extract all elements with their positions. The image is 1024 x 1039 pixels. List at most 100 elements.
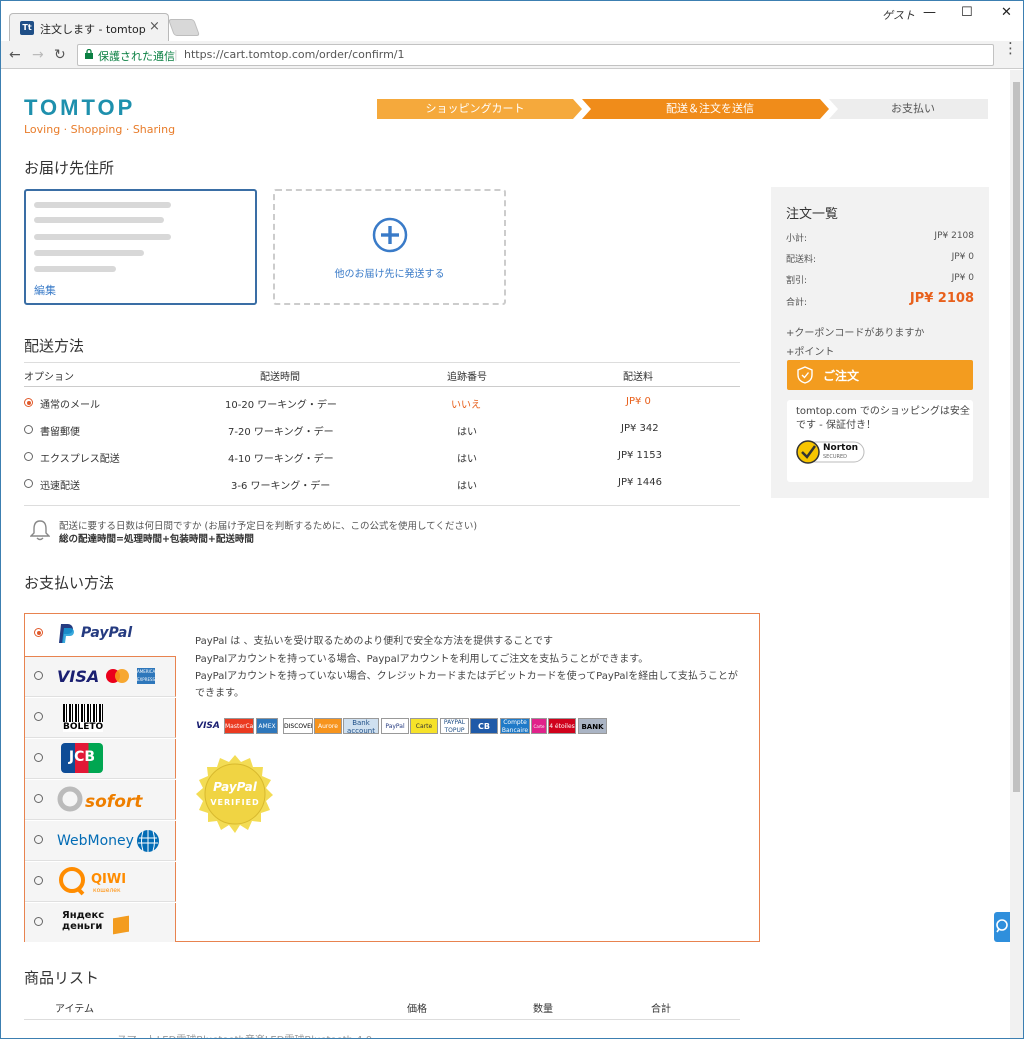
address-line-blurred bbox=[34, 234, 171, 240]
scrollbar-thumb[interactable] bbox=[1013, 82, 1020, 792]
safe-shopping-text: tomtop.com でのショッピングは安全です - 保証付き！ bbox=[796, 406, 970, 431]
visa-card-logo: VISA bbox=[196, 721, 220, 731]
forward-icon[interactable]: → bbox=[32, 47, 44, 63]
payment-method-webmoney[interactable]: WebMoney bbox=[25, 821, 176, 861]
col-price: 価格 bbox=[407, 1004, 427, 1015]
payment-radio[interactable] bbox=[34, 671, 43, 680]
sofort-icon bbox=[57, 786, 83, 812]
col-fee: 配送料 bbox=[623, 372, 653, 383]
place-order-label: ご注文 bbox=[823, 369, 860, 383]
step-cart: ショッピングカート bbox=[425, 102, 525, 115]
shipping-time: 4-10 ワーキング・デー bbox=[228, 454, 334, 465]
page-scrollbar[interactable] bbox=[1010, 70, 1023, 1038]
bell-icon bbox=[30, 520, 50, 541]
shipping-fee-value: JP¥ 0 bbox=[951, 252, 974, 262]
payment-title: お支払い方法 bbox=[24, 574, 115, 592]
shipping-time: 10-20 ワーキング・デー bbox=[225, 400, 337, 411]
sofort-label: sofort bbox=[85, 792, 143, 812]
yandex-wallet-icon bbox=[113, 915, 129, 935]
paypal-p-icon bbox=[59, 624, 74, 643]
mastercard-icon bbox=[106, 669, 129, 683]
shipping-radio[interactable] bbox=[24, 398, 33, 407]
chat-widget-button[interactable] bbox=[994, 912, 1010, 942]
payment-method-visa[interactable]: VISA AMERICAN EXPRESS bbox=[25, 657, 176, 697]
paypal-verified-seal-icon bbox=[196, 755, 273, 833]
shipping-tracking: いいえ bbox=[451, 400, 481, 411]
norton-label: Norton bbox=[823, 443, 859, 453]
edit-address-link[interactable]: 編集 bbox=[34, 282, 56, 298]
step-shipping: 配送＆注文を送信 bbox=[666, 102, 754, 115]
shipping-tracking: はい bbox=[457, 454, 477, 465]
shipping-tracking: はい bbox=[457, 481, 477, 492]
payment-radio[interactable] bbox=[34, 917, 43, 926]
title-bar: Tt 注文します - tomtop × ゲスト — ☐ ✕ bbox=[1, 1, 1023, 42]
window-close-icon[interactable]: ✕ bbox=[1001, 5, 1012, 20]
address-line-blurred bbox=[34, 266, 116, 272]
lock-icon bbox=[85, 49, 93, 59]
payment-radio[interactable] bbox=[34, 712, 43, 721]
new-address-card[interactable]: 他のお届け先に発送する bbox=[273, 189, 506, 305]
webmoney-label: WebMoney bbox=[57, 833, 134, 849]
shipping-name: エクスプレス配送 bbox=[40, 454, 120, 465]
paypal-card-logo: PayPal bbox=[381, 718, 409, 734]
payment-radio[interactable] bbox=[34, 876, 43, 885]
payment-method-sofort[interactable]: sofort bbox=[25, 780, 176, 820]
shipping-radio[interactable] bbox=[24, 479, 33, 488]
payment-radio[interactable] bbox=[34, 835, 43, 844]
plus-circle-icon bbox=[372, 217, 408, 253]
new-address-label: 他のお届け先に発送する bbox=[334, 269, 445, 280]
col-time: 配送時間 bbox=[260, 372, 300, 383]
total-value: JP¥ 2108 bbox=[909, 291, 974, 306]
amex-card-logo: AMEX bbox=[256, 718, 278, 734]
carte-cadeau-logo: Carte Cadeau bbox=[531, 718, 547, 734]
secure-label: 保護された通信 bbox=[98, 50, 175, 63]
user-profile-label[interactable]: ゲスト bbox=[882, 7, 915, 23]
shipping-radio[interactable] bbox=[24, 452, 33, 461]
tomtop-logo[interactable]: TOMTOP Loving · Shopping · Sharing bbox=[24, 95, 175, 136]
discover-card-logo: DISCOVER bbox=[283, 718, 313, 734]
payment-method-paypal[interactable]: PayPal bbox=[25, 614, 176, 656]
norton-sublabel: SECURED bbox=[823, 454, 847, 460]
payment-method-yandex[interactable]: Яндекс деньги bbox=[25, 903, 176, 942]
new-tab-button[interactable] bbox=[167, 19, 201, 36]
payment-method-jcb[interactable]: JCB bbox=[25, 739, 176, 779]
address-toolbar: ← → ↻ 保護された通信 | https://cart.tomtop.com/… bbox=[1, 41, 1023, 69]
security-box: tomtop.com でのショッピングは安全です - 保証付き！ Norton … bbox=[787, 400, 973, 482]
tab-close-icon[interactable]: × bbox=[149, 19, 160, 34]
page-content: TOMTOP Loving · Shopping · Sharing ショッピン… bbox=[1, 70, 1023, 1038]
chat-bubble-icon bbox=[996, 919, 1008, 933]
address-card[interactable]: 編集 bbox=[24, 189, 257, 305]
url-text[interactable]: https://cart.tomtop.com/order/confirm/1 bbox=[184, 48, 405, 61]
jcb-label: JCB bbox=[68, 749, 96, 765]
minimize-icon[interactable]: — bbox=[923, 5, 936, 20]
browser-menu-icon[interactable]: ⋮ bbox=[1003, 41, 1018, 56]
place-order-button[interactable]: ご注文 bbox=[787, 360, 973, 390]
shield-check-icon bbox=[797, 366, 813, 384]
divider bbox=[24, 386, 740, 387]
browser-window: Tt 注文します - tomtop × ゲスト — ☐ ✕ ← → ↻ 保護され… bbox=[0, 0, 1024, 1039]
payment-method-qiwi[interactable]: QIWI кошелек bbox=[25, 862, 176, 902]
summary-title: 注文一覧 bbox=[786, 207, 839, 222]
back-icon[interactable]: ← bbox=[9, 47, 21, 63]
divider bbox=[24, 362, 740, 363]
payment-radio[interactable] bbox=[34, 753, 43, 762]
paypal-label: PayPal bbox=[81, 625, 133, 641]
product-name[interactable]: スマートLED電球Bluetooth音楽LED電球Bluetooth 4.0 bbox=[117, 1031, 372, 1038]
shipping-radio[interactable] bbox=[24, 425, 33, 434]
subtotal-label: 小計: bbox=[786, 234, 808, 244]
payment-radio[interactable] bbox=[34, 628, 43, 637]
browser-tab[interactable]: Tt 注文します - tomtop × bbox=[9, 13, 169, 42]
url-separator: | bbox=[174, 48, 178, 61]
subtotal-value: JP¥ 2108 bbox=[934, 231, 974, 241]
payment-method-boleto[interactable]: BOLETO bbox=[25, 698, 176, 738]
address-bar[interactable]: 保護された通信 | https://cart.tomtop.com/order/… bbox=[77, 44, 994, 66]
yandex-label: Яндекс деньги bbox=[62, 910, 105, 932]
points-link[interactable]: +ポイント bbox=[786, 343, 834, 358]
maximize-icon[interactable]: ☐ bbox=[961, 5, 973, 20]
coupon-link[interactable]: +クーポンコードがありますか bbox=[786, 324, 924, 339]
aurore-card-logo: Aurore bbox=[314, 718, 342, 734]
shipping-title: 配送方法 bbox=[24, 337, 85, 355]
reload-icon[interactable]: ↻ bbox=[54, 47, 66, 63]
shipping-time: 7-20 ワーキング・デー bbox=[228, 427, 334, 438]
payment-radio[interactable] bbox=[34, 794, 43, 803]
